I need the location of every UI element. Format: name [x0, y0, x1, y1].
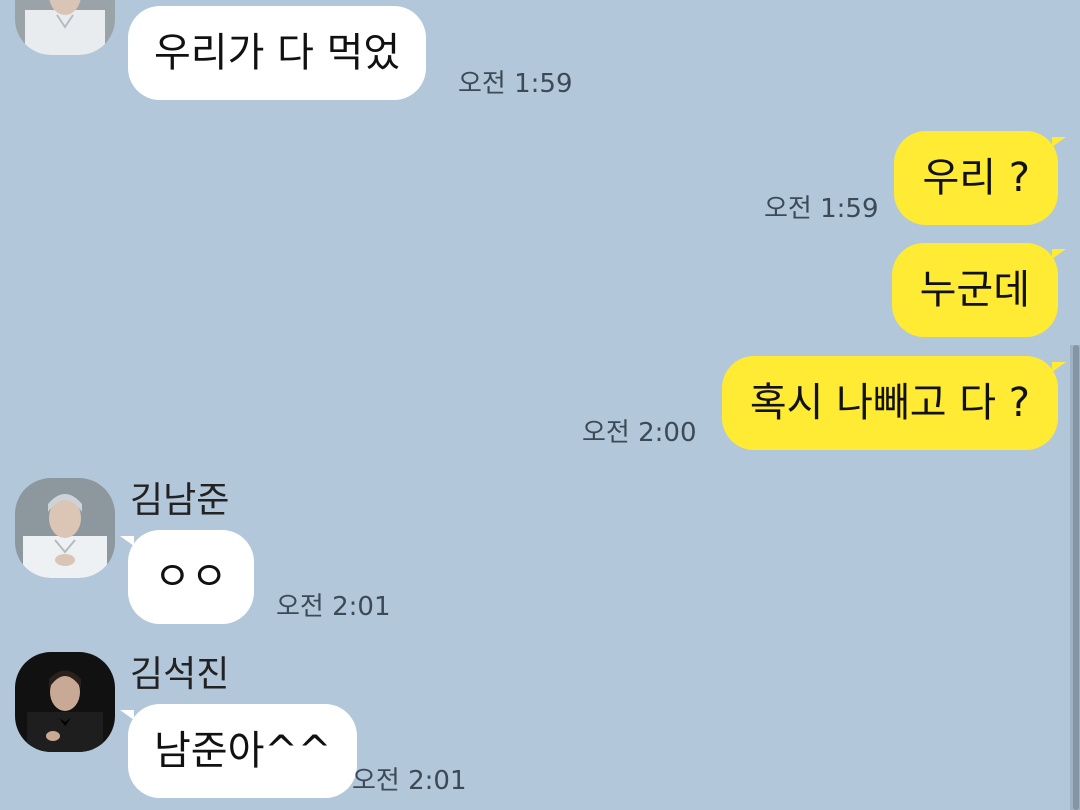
message-time-2: 오전 1:59 — [764, 194, 879, 224]
avatar-namjoon[interactable] — [15, 478, 115, 578]
message-bubble-6[interactable]: 남준아^^ — [119, 704, 358, 798]
message-bubble-2[interactable]: 우리 ? — [894, 131, 1066, 225]
message-bubble-1[interactable]: 우리가 다 먹었 — [128, 6, 427, 100]
avatar-namjoon-top[interactable] — [15, 0, 115, 55]
message-time-6: 오전 2:01 — [352, 766, 467, 796]
message-bubble-3[interactable]: 누군데 — [891, 243, 1067, 337]
message-time-5: 오전 2:01 — [276, 592, 391, 622]
scrollbar-thumb[interactable] — [1073, 345, 1079, 810]
message-text-1: 우리가 다 먹었 — [154, 30, 401, 76]
message-time-1: 오전 1:59 — [458, 69, 573, 99]
message-time-4: 오전 2:00 — [582, 418, 697, 448]
message-text-5: ㅇㅇ — [154, 554, 228, 600]
message-bubble-4[interactable]: 혹시 나빼고 다 ? — [721, 356, 1067, 450]
sender-name-seokjin: 김석진 — [130, 654, 230, 695]
message-text-6: 남준아^^ — [154, 728, 332, 774]
message-text-3: 누군데 — [919, 267, 1030, 313]
message-bubble-5[interactable]: ㅇㅇ — [120, 530, 254, 624]
avatar-seokjin[interactable] — [15, 652, 115, 752]
message-text-2: 우리 ? — [922, 155, 1030, 201]
message-text-4: 혹시 나빼고 다 ? — [749, 380, 1030, 426]
sender-name-namjoon: 김남준 — [130, 480, 230, 521]
